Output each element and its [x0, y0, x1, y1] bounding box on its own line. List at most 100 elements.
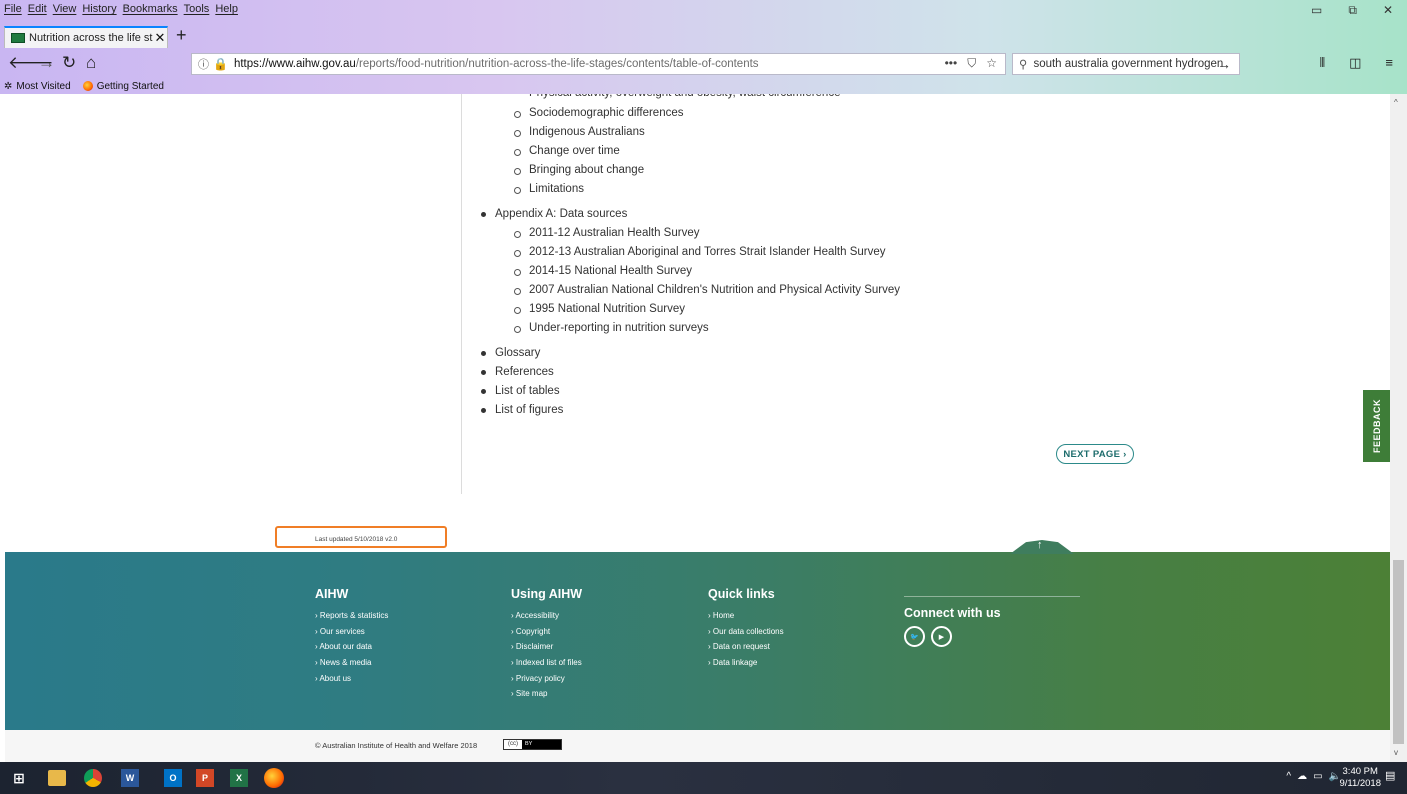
bookmark-most-visited[interactable]: ✲ Most Visited	[4, 79, 71, 93]
toc-item-label: References	[495, 366, 554, 378]
toc-sub-item[interactable]: 2014-15 National Health Survey	[481, 262, 900, 281]
excel-icon[interactable]: X	[230, 769, 248, 787]
site-footer: ↑ AIHW Reports & statistics Our services…	[5, 540, 1390, 730]
youtube-icon[interactable]: ▶	[931, 626, 952, 647]
word-icon[interactable]: W	[121, 769, 139, 787]
footer-link[interactable]: Privacy policy	[511, 671, 582, 687]
file-explorer-icon[interactable]	[48, 770, 66, 786]
social-links: 🐦 ▶	[904, 626, 1080, 647]
toc-sub-item[interactable]: Change over time	[481, 142, 900, 161]
toc-item-label[interactable]: Appendix A: Data sources	[495, 205, 900, 224]
toc-sub-item[interactable]: Limitations	[481, 180, 900, 199]
toc-sub-item[interactable]: 2012-13 Australian Aboriginal and Torres…	[481, 243, 900, 262]
url-host: https://www.aihw.gov.au	[233, 58, 356, 70]
info-icon[interactable]: ⓘ	[198, 56, 209, 72]
footer-link[interactable]: Indexed list of files	[511, 655, 582, 671]
url-path: /reports/food-nutrition/nutrition-across…	[355, 58, 759, 70]
footer-link[interactable]: Site map	[511, 686, 582, 702]
toolbar-right: ⫴ ◫ ≡	[1320, 55, 1393, 71]
toc-item-list-of-tables[interactable]: List of tables	[481, 382, 900, 401]
menu-edit[interactable]: Edit	[28, 3, 47, 19]
toc-sub-item[interactable]: Indigenous Australians	[481, 123, 900, 142]
menu-file[interactable]: File	[4, 3, 22, 19]
footer-col-aihw: AIHW Reports & statistics Our services A…	[315, 587, 388, 686]
clock-time: 3:40 PM	[1342, 766, 1378, 777]
next-page-button[interactable]: NEXT PAGE ›	[1056, 444, 1134, 464]
reload-icon[interactable]: ↻	[62, 53, 76, 73]
minimize-icon[interactable]: ▭	[1311, 3, 1322, 18]
bookmark-getting-started[interactable]: Getting Started	[82, 79, 164, 93]
last-updated: Last updated 5/10/2018 v2.0	[275, 526, 447, 548]
toc-sub-item[interactable]: Sociodemographic differences	[481, 104, 900, 123]
arrow-up-icon: ↑	[1037, 539, 1043, 551]
toc-sub-item[interactable]: 2011-12 Australian Health Survey	[481, 224, 900, 243]
footer-link[interactable]: Reports & statistics	[315, 608, 388, 624]
library-icon[interactable]: ⫴	[1320, 55, 1325, 71]
scroll-down-icon[interactable]: v	[1394, 748, 1398, 757]
page-content: Physical activity, overweight and obesit…	[0, 94, 1390, 762]
menu-history[interactable]: History	[82, 3, 116, 19]
feedback-tab[interactable]: FEEDBACK	[1363, 390, 1390, 462]
forward-icon[interactable]: →	[38, 53, 55, 73]
close-window-icon[interactable]: ✕	[1383, 3, 1393, 18]
footer-link[interactable]: Home	[708, 608, 784, 624]
toc-sub-item[interactable]: Bringing about change	[481, 161, 900, 180]
menu-bar: File Edit View History Bookmarks Tools H…	[4, 3, 238, 19]
bookmark-star-icon[interactable]: ☆	[986, 56, 997, 71]
toc-sub-item[interactable]: 1995 National Nutrition Survey	[481, 300, 900, 319]
notifications-icon[interactable]: ▤	[1385, 769, 1401, 785]
hamburger-menu-icon[interactable]: ≡	[1385, 55, 1393, 71]
toc-item-cutoff[interactable]: Physical activity, overweight and obesit…	[481, 94, 840, 103]
page-actions-icon[interactable]: •••	[945, 56, 958, 71]
footer-link[interactable]: About us	[315, 671, 388, 687]
footer-link[interactable]: Our data collections	[708, 624, 784, 640]
home-icon[interactable]: ⌂	[86, 53, 96, 73]
search-bar[interactable]: ⚲ south australia government hydrogen →	[1012, 53, 1240, 75]
network-icon[interactable]: ▭	[1313, 771, 1322, 782]
footer-link[interactable]: Data linkage	[708, 655, 784, 671]
menu-bookmarks[interactable]: Bookmarks	[123, 3, 178, 19]
toc-item-glossary[interactable]: Glossary	[481, 344, 900, 363]
scroll-up-icon[interactable]: ^	[1394, 98, 1398, 107]
footer-link[interactable]: Data on request	[708, 639, 784, 655]
footer-col-quick-links: Quick links Home Our data collections Da…	[708, 587, 784, 671]
tab-active[interactable]: Nutrition across the life stages ✕	[4, 26, 168, 48]
close-tab-icon[interactable]: ✕	[153, 30, 167, 46]
outlook-icon[interactable]: O	[164, 769, 182, 787]
cc-by-badge[interactable]: (cc) BY	[503, 739, 562, 750]
footer-link[interactable]: News & media	[315, 655, 388, 671]
lock-icon[interactable]: 🔒	[213, 57, 228, 71]
new-tab-icon[interactable]: +	[176, 25, 187, 46]
footer-link[interactable]: Our services	[315, 624, 388, 640]
tray-chevron-icon[interactable]: ^	[1286, 771, 1291, 782]
twitter-icon[interactable]: 🐦	[904, 626, 925, 647]
chrome-icon[interactable]	[84, 769, 102, 787]
windows-start-icon[interactable]: ⊞	[8, 767, 30, 789]
windows-taskbar: ⊞ W O P X ^ ☁ ▭ 🔈 3:40 PM 9/11/2018 ▤	[0, 762, 1407, 794]
sidebar-icon[interactable]: ◫	[1349, 55, 1361, 71]
footer-link[interactable]: Accessibility	[511, 608, 582, 624]
back-to-top-button[interactable]: ↑	[1010, 540, 1074, 554]
pocket-icon[interactable]: ⛉	[967, 56, 976, 71]
menu-tools[interactable]: Tools	[184, 3, 210, 19]
toc-item-list-of-figures[interactable]: List of figures	[481, 401, 900, 420]
toc-sub-item[interactable]: Under-reporting in nutrition surveys	[481, 319, 900, 338]
address-bar[interactable]: ⓘ 🔒 https://www.aihw.gov.au /reports/foo…	[191, 53, 1006, 75]
restore-icon[interactable]: ⧉	[1348, 3, 1357, 18]
scrollbar-thumb[interactable]	[1393, 560, 1404, 744]
firefox-taskbar-icon[interactable]	[264, 768, 284, 788]
toc-item-references[interactable]: References	[481, 363, 900, 382]
menu-help[interactable]: Help	[215, 3, 238, 19]
taskbar-clock[interactable]: 3:40 PM 9/11/2018	[1339, 766, 1381, 790]
footer-link[interactable]: Disclaimer	[511, 639, 582, 655]
page-scrollbar[interactable]: ^ v	[1390, 94, 1407, 762]
menu-view[interactable]: View	[53, 3, 77, 19]
onedrive-icon[interactable]: ☁	[1297, 771, 1307, 782]
search-go-icon[interactable]: →	[1217, 56, 1231, 72]
toc-sub-item[interactable]: 2007 Australian National Children's Nutr…	[481, 281, 900, 300]
footer-heading: Using AIHW	[511, 587, 583, 601]
tab-title: Nutrition across the life stages	[29, 32, 153, 44]
powerpoint-icon[interactable]: P	[196, 769, 214, 787]
footer-link[interactable]: Copyright	[511, 624, 582, 640]
footer-link[interactable]: About our data	[315, 639, 388, 655]
